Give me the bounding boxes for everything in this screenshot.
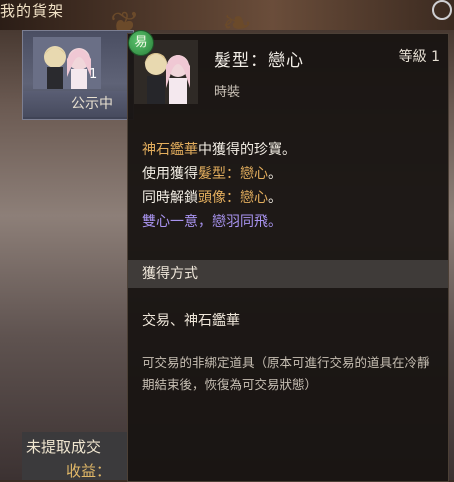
description-text: 。 bbox=[268, 190, 282, 206]
description-text: 同時解鎖 bbox=[142, 190, 198, 206]
listing-status-label: 公示中 bbox=[23, 91, 133, 117]
unlock-item: 戀心 bbox=[240, 166, 268, 182]
item-level: 等級 1 bbox=[398, 49, 440, 65]
item-quantity: 1 bbox=[89, 67, 98, 82]
item-name: 髮型：戀心 bbox=[214, 51, 304, 71]
description-line: 神石鑑華中獲得的珍寶。 bbox=[142, 138, 296, 162]
item-type: 時裝 bbox=[214, 85, 241, 100]
close-icon[interactable] bbox=[432, 0, 452, 20]
item-tooltip: 易 髮型：戀心 等級 1 時裝 神石鑑華中獲得的珍寶。 使用獲得髮型：戀心。 同… bbox=[127, 30, 449, 482]
shelf-item-card[interactable]: 1 公示中 bbox=[22, 30, 134, 120]
earnings-panel[interactable]: 未提取成交 收益： bbox=[22, 432, 130, 480]
earnings-label: 收益： bbox=[66, 462, 112, 480]
item-description: 神石鑑華中獲得的珍寶。 使用獲得髮型：戀心。 同時解鎖頭像：戀心。 雙心一意，戀… bbox=[142, 138, 296, 234]
description-line: 使用獲得髮型：戀心。 bbox=[142, 162, 296, 186]
trade-note: 可交易的非綁定道具（原本可進行交易的道具在冷靜期結束後，恢復為可交易狀態） bbox=[142, 355, 430, 392]
description-line: 同時解鎖頭像：戀心。 bbox=[142, 186, 296, 210]
unclaimed-label: 未提取成交 bbox=[26, 438, 102, 456]
separator: ： bbox=[226, 190, 240, 206]
unlock-category: 頭像 bbox=[198, 190, 226, 206]
unlock-item: 戀心 bbox=[240, 190, 268, 206]
description-text: 。 bbox=[268, 166, 282, 182]
obtain-methods: 交易、神石鑑華 bbox=[142, 313, 240, 329]
description-text: 使用獲得 bbox=[142, 166, 198, 182]
page-title: 我的貨架 bbox=[0, 2, 65, 20]
source-name: 神石鑑華 bbox=[142, 142, 198, 158]
flavor-text: 雙心一意，戀羽同飛。 bbox=[142, 214, 282, 230]
description-text: 中獲得的珍寶。 bbox=[198, 142, 296, 158]
tradeable-badge: 易 bbox=[128, 30, 154, 56]
unlock-category: 髮型 bbox=[198, 166, 226, 182]
obtain-section-header: 獲得方式 bbox=[128, 260, 448, 288]
separator: ： bbox=[226, 166, 240, 182]
